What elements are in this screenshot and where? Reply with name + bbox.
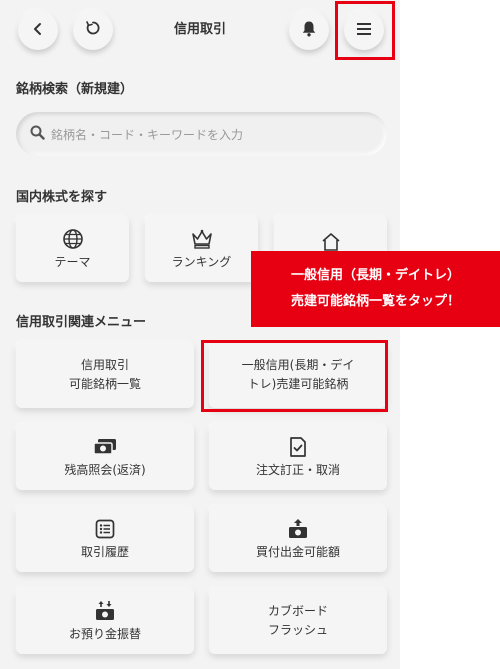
margin-tradable-list-line1: 信用取引 [80,358,129,372]
app-screen: 信用取引 銘柄検索（新規建） 銘柄名・コード・キーワードを入力 国内株式を探す … [0,0,400,669]
margin-tradable-list-button[interactable]: 信用取引 可能銘柄一覧 [16,342,194,408]
theme-button[interactable]: テーマ [16,216,129,282]
ranking-button[interactable]: ランキング [145,216,258,282]
notification-button[interactable] [289,10,329,50]
search-input[interactable]: 銘柄名・コード・キーワードを入力 [16,112,387,156]
list-icon [95,517,115,541]
page-title: 信用取引 [173,22,226,37]
ranking-label: ランキング [171,254,232,269]
chevron-left-icon [31,21,45,40]
cash-out-icon [285,517,311,541]
search-section-title: 銘柄検索（新規建） [16,82,134,97]
balance-inquiry-label: 残高照会(返済) [64,462,146,477]
kabuboard-flash-line1: カブボード [267,604,328,618]
instruction-line1: 一般信用（長期・デイトレ） [290,268,460,283]
instruction-line2: 売建可能銘柄一覧をタップ！ [290,294,460,309]
order-modify-cancel-label: 注文訂正・取消 [255,462,340,477]
margin-tradable-list-line2: 可能銘柄一覧 [68,377,141,391]
theme-label: テーマ [54,254,91,269]
crown-icon [190,227,214,251]
balance-inquiry-button[interactable]: 残高照会(返済) [16,424,194,490]
transfer-icon [92,599,118,623]
general-margin-short-list-line2: トレ)売建可能銘柄 [247,377,349,391]
back-button[interactable] [18,10,58,50]
kabuboard-flash-line2: フラッシュ [267,623,328,637]
domestic-section-title: 国内株式を探す [16,190,108,205]
document-check-icon [289,435,307,459]
deposit-transfer-button[interactable]: お預り金振替 [16,588,194,654]
kabuboard-flash-button[interactable]: カブボード フラッシュ [209,588,387,654]
trade-history-label: 取引履歴 [80,544,129,559]
instruction-callout: 一般信用（長期・デイトレ） 売建可能銘柄一覧をタップ！ [251,251,500,327]
hamburger-icon [356,21,372,40]
order-modify-cancel-button[interactable]: 注文訂正・取消 [209,424,387,490]
refresh-button[interactable] [73,10,113,50]
withdrawable-amount-button[interactable]: 買付出金可能額 [209,506,387,572]
deposit-transfer-label: お預り金振替 [68,626,141,641]
trade-history-button[interactable]: 取引履歴 [16,506,194,572]
cash-icon [92,435,118,459]
margin-menu-section-title: 信用取引関連メニュー [16,315,147,330]
globe-icon [62,227,84,251]
refresh-icon [85,20,101,40]
search-icon [30,125,45,144]
bell-icon [301,20,317,41]
general-margin-short-list-button[interactable]: 一般信用(長期・デイ トレ)売建可能銘柄 [209,342,387,408]
menu-button[interactable] [344,10,384,50]
search-placeholder: 銘柄名・コード・キーワードを入力 [51,127,244,142]
general-margin-short-list-line1: 一般信用(長期・デイ [241,358,355,372]
withdrawable-amount-label: 買付出金可能額 [255,544,340,559]
